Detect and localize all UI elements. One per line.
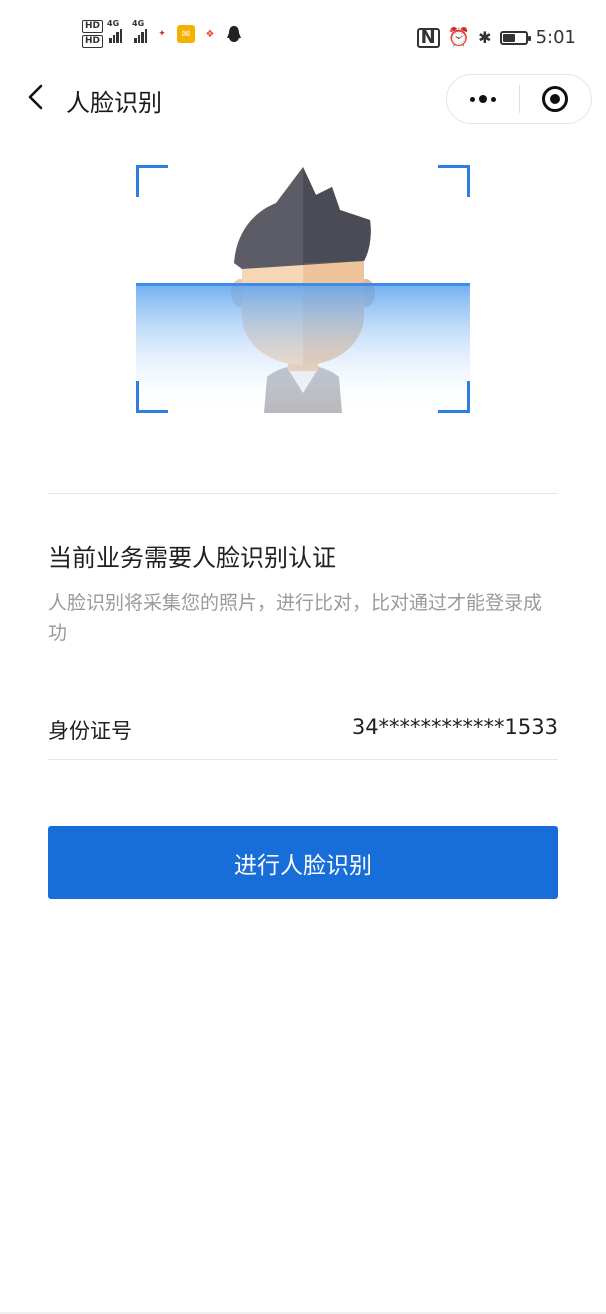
start-face-recognition-button[interactable]: 进行人脸识别	[48, 826, 558, 899]
hd-badge-1: HD	[82, 20, 104, 33]
hd-badges: HD HD	[82, 20, 104, 48]
status-time: 5:01	[535, 27, 576, 48]
signal-2-icon: 4G	[132, 19, 148, 43]
nav-bar: 人脸识别	[0, 70, 606, 126]
signal-1-icon: 4G	[107, 19, 123, 43]
face-avatar-icon	[136, 167, 470, 413]
verification-description: 人脸识别将采集您的照片，进行比对，比对通过才能登录成功	[48, 592, 543, 644]
target-circle-icon	[542, 86, 569, 112]
divider-top	[48, 493, 558, 494]
frame-corner-bottom-right	[438, 381, 470, 413]
more-dots-icon	[469, 95, 496, 103]
frame-corner-bottom-left	[136, 381, 168, 413]
verification-title: 当前业务需要人脸识别认证	[48, 544, 336, 572]
mail-icon: ✉	[177, 25, 196, 43]
battery-icon	[499, 30, 531, 45]
status-left: HD HD 4G 4G ✦ ✉ ❖	[82, 19, 244, 48]
face-scan-illustration	[136, 165, 470, 413]
frame-corner-top-right	[438, 165, 470, 197]
mini-program-capsule	[446, 74, 592, 124]
status-bar: HD HD 4G 4G ✦ ✉ ❖ N ⏰ ✱ 5:01	[0, 0, 606, 76]
close-mini-program-button[interactable]	[520, 75, 592, 123]
network-type-2: 4G	[132, 19, 145, 28]
id-number-label: 身份证号	[48, 719, 132, 743]
battery-level	[502, 33, 515, 42]
id-number-row: 身份证号 34************1533	[48, 700, 558, 760]
screen: HD HD 4G 4G ✦ ✉ ❖ N ⏰ ✱ 5:01 人脸识别 当前业务需要…	[0, 0, 606, 1314]
alarm-icon: ⏰	[447, 27, 471, 48]
more-button[interactable]	[447, 75, 519, 123]
page-title: 人脸识别	[66, 89, 162, 117]
chevron-left-icon[interactable]	[22, 82, 52, 112]
network-type-1: 4G	[107, 19, 120, 28]
frame-corner-top-left	[136, 165, 168, 197]
id-number-value: 34************1533	[351, 715, 558, 739]
status-right: N ⏰ ✱ 5:01	[416, 27, 576, 48]
nfc-icon: N	[416, 27, 440, 48]
weibo-icon: ✦	[153, 25, 172, 43]
hd-badge-2: HD	[82, 35, 104, 48]
taobao-icon: ❖	[201, 25, 220, 43]
qq-icon	[225, 25, 244, 43]
bluetooth-icon: ✱	[478, 28, 492, 47]
